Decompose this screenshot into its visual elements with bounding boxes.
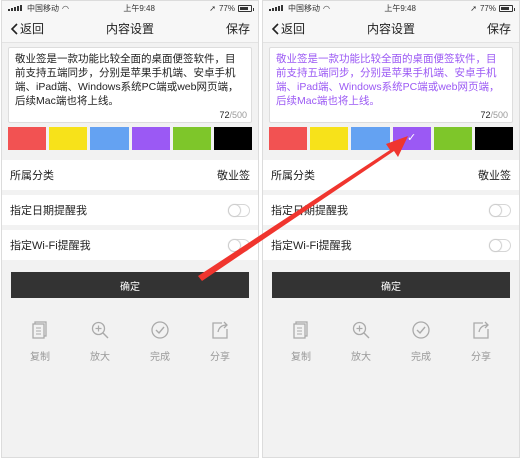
battery-percent: 77% xyxy=(218,3,235,13)
category-value: 敬业签 xyxy=(217,170,250,182)
share-action[interactable]: 分享 xyxy=(461,320,501,363)
swatch-red[interactable] xyxy=(269,127,308,150)
location-icon: ➚ xyxy=(470,3,477,13)
category-label: 所属分类 xyxy=(271,170,315,182)
carrier-label: 中国移动 xyxy=(27,3,59,13)
share-label: 分享 xyxy=(210,352,230,363)
copy-label: 复制 xyxy=(291,352,311,363)
swatch-black[interactable] xyxy=(474,127,514,150)
char-max: /500 xyxy=(490,110,508,120)
nav-bar: 返回 内容设置 保存 xyxy=(2,15,258,43)
date-reminder-toggle[interactable] xyxy=(489,203,511,217)
color-swatches xyxy=(269,127,514,150)
wifi-reminder-label: 指定Wi-Fi提醒我 xyxy=(271,240,352,252)
back-label: 返回 xyxy=(281,22,306,36)
save-button[interactable]: 保存 xyxy=(487,20,511,37)
wifi-icon: ◠ xyxy=(62,3,69,13)
confirm-button[interactable]: 确定 xyxy=(272,272,510,298)
battery-icon xyxy=(238,4,254,12)
status-time: 上午9:48 xyxy=(123,3,155,13)
swatch-green[interactable] xyxy=(433,127,472,150)
chevron-left-icon xyxy=(10,22,18,35)
date-reminder-toggle[interactable] xyxy=(228,203,250,217)
category-label: 所属分类 xyxy=(10,170,54,182)
signal-icon xyxy=(269,5,285,11)
copy-action[interactable]: 复制 xyxy=(281,320,321,363)
done-label: 完成 xyxy=(411,352,431,363)
wifi-reminder-toggle[interactable] xyxy=(228,238,250,252)
copy-action[interactable]: 复制 xyxy=(20,320,60,363)
copy-icon xyxy=(32,321,47,339)
char-counter: 72/500 xyxy=(480,110,508,120)
save-button[interactable]: 保存 xyxy=(226,20,250,37)
check-circle-icon xyxy=(412,321,430,339)
back-button[interactable]: 返回 xyxy=(10,20,44,37)
share-icon xyxy=(473,321,489,339)
swatch-purple[interactable] xyxy=(131,127,170,150)
zoom-in-icon xyxy=(91,321,109,339)
wifi-reminder-row: 指定Wi-Fi提醒我 xyxy=(2,230,258,260)
category-row[interactable]: 所属分类 敬业签 xyxy=(263,160,519,190)
color-swatches xyxy=(8,127,253,150)
done-label: 完成 xyxy=(150,352,170,363)
swatch-blue[interactable] xyxy=(351,127,390,150)
copy-label: 复制 xyxy=(30,352,50,363)
zoom-label: 放大 xyxy=(90,352,110,363)
confirm-button[interactable]: 确定 xyxy=(11,272,249,298)
copy-icon xyxy=(293,321,308,339)
share-action[interactable]: 分享 xyxy=(200,320,240,363)
done-action[interactable]: 完成 xyxy=(140,320,180,363)
chevron-left-icon xyxy=(271,22,279,35)
char-count: 72 xyxy=(480,110,491,120)
done-action[interactable]: 完成 xyxy=(401,320,441,363)
swatch-blue[interactable] xyxy=(90,127,129,150)
nav-bar: 返回 内容设置 保存 xyxy=(263,15,519,43)
note-text[interactable]: 敬业签是一款功能比较全面的桌面便签软件，目前支持五端同步，分别是苹果手机端、安卓… xyxy=(276,52,506,108)
zoom-action[interactable]: 放大 xyxy=(80,320,120,363)
location-icon: ➚ xyxy=(209,3,216,13)
action-bar: 复制 放大 完成 分享 xyxy=(2,320,258,363)
date-reminder-label: 指定日期提醒我 xyxy=(10,205,87,217)
share-icon xyxy=(212,321,228,339)
zoom-in-icon xyxy=(352,321,370,339)
char-count: 72 xyxy=(219,110,230,120)
note-editor[interactable]: 敬业签是一款功能比较全面的桌面便签软件，目前支持五端同步，分别是苹果手机端、安卓… xyxy=(8,47,252,123)
swatch-red[interactable] xyxy=(8,127,47,150)
note-editor[interactable]: 敬业签是一款功能比较全面的桌面便签软件，目前支持五端同步，分别是苹果手机端、安卓… xyxy=(269,47,513,123)
action-bar: 复制 放大 完成 分享 xyxy=(263,320,519,363)
battery-icon xyxy=(499,4,515,12)
wifi-reminder-label: 指定Wi-Fi提醒我 xyxy=(10,240,91,252)
date-reminder-row: 指定日期提醒我 xyxy=(263,195,519,225)
swatch-black[interactable] xyxy=(213,127,253,150)
note-text[interactable]: 敬业签是一款功能比较全面的桌面便签软件，目前支持五端同步，分别是苹果手机端、安卓… xyxy=(15,52,245,108)
battery-percent: 77% xyxy=(479,3,496,13)
swatch-green[interactable] xyxy=(172,127,211,150)
char-counter: 72/500 xyxy=(219,110,247,120)
wifi-reminder-toggle[interactable] xyxy=(489,238,511,252)
wifi-reminder-row: 指定Wi-Fi提醒我 xyxy=(263,230,519,260)
status-time: 上午9:48 xyxy=(384,3,416,13)
share-label: 分享 xyxy=(471,352,491,363)
zoom-action[interactable]: 放大 xyxy=(341,320,381,363)
swatch-yellow[interactable] xyxy=(310,127,349,150)
status-bar: 中国移动 ◠ 上午9:48 ➚ 77% xyxy=(263,1,519,15)
phone-screen-after: 中国移动 ◠ 上午9:48 ➚ 77% 返回 内容设置 保存 敬业签是一款功能比… xyxy=(262,0,520,458)
status-bar: 中国移动 ◠ 上午9:48 ➚ 77% xyxy=(2,1,258,15)
category-value: 敬业签 xyxy=(478,170,511,182)
signal-icon xyxy=(8,5,24,11)
swatch-purple[interactable] xyxy=(392,127,431,150)
swatch-yellow[interactable] xyxy=(49,127,88,150)
char-max: /500 xyxy=(229,110,247,120)
phone-screen-before: 中国移动 ◠ 上午9:48 ➚ 77% 返回 内容设置 保存 敬业签是一款功能比… xyxy=(1,0,259,458)
check-circle-icon xyxy=(151,321,169,339)
wifi-icon: ◠ xyxy=(323,3,330,13)
carrier-label: 中国移动 xyxy=(288,3,320,13)
date-reminder-label: 指定日期提醒我 xyxy=(271,205,348,217)
back-label: 返回 xyxy=(20,22,45,36)
date-reminder-row: 指定日期提醒我 xyxy=(2,195,258,225)
back-button[interactable]: 返回 xyxy=(271,20,305,37)
zoom-label: 放大 xyxy=(351,352,371,363)
category-row[interactable]: 所属分类 敬业签 xyxy=(2,160,258,190)
